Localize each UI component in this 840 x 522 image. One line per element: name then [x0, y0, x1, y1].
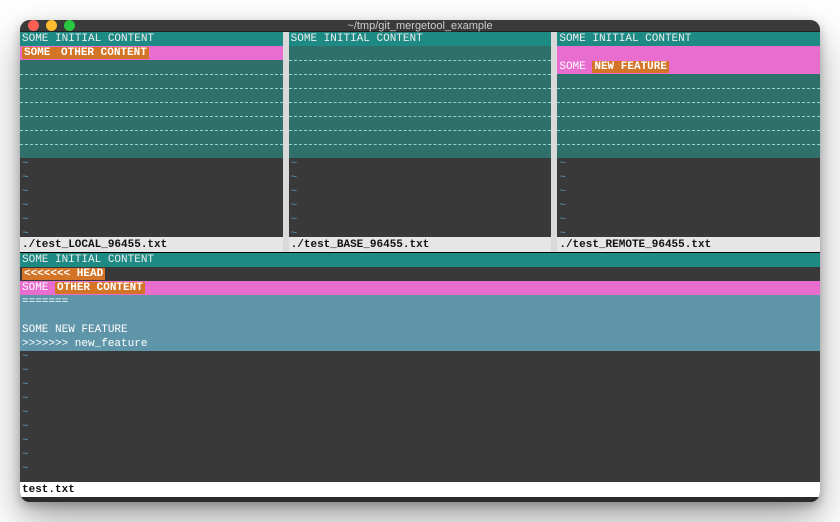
text-segment: <<<<<<< HEAD: [22, 268, 105, 280]
text-segment: SOME INITIAL CONTENT: [291, 33, 423, 45]
empty-line-tilde: ~: [20, 421, 820, 435]
buffer-line[interactable]: SOME INITIAL CONTENT: [20, 253, 820, 267]
text-segment: SOME NEW FEATURE: [22, 324, 128, 336]
buffer-line[interactable]: SOME INITIAL CONTENT: [20, 32, 283, 46]
diff-filler: [20, 116, 283, 130]
merged-buffer[interactable]: SOME INITIAL CONTENT<<<<<<< HEADSOME OTH…: [20, 253, 820, 482]
diff-filler: [20, 102, 283, 116]
window-title: ~/tmp/git_mergetool_example: [20, 20, 820, 32]
empty-line-tilde: ~: [20, 435, 820, 449]
diff-filler: [557, 102, 820, 116]
empty-line-tilde: ~: [289, 158, 552, 172]
merged-pane[interactable]: SOME INITIAL CONTENT<<<<<<< HEADSOME OTH…: [20, 253, 820, 502]
diff-filler: [289, 46, 552, 60]
statusline: ./test_LOCAL_96455.txt: [20, 237, 283, 252]
empty-line-tilde: ~: [20, 379, 820, 393]
empty-line-tilde: ~: [20, 172, 283, 186]
buffer[interactable]: SOME INITIAL CONTENT~~~~~~: [289, 32, 552, 237]
buffer-line[interactable]: SOME OTHER CONTENT: [20, 46, 283, 60]
remote-pane[interactable]: SOME INITIAL CONTENTSOME NEW FEATURE~~~~…: [557, 32, 820, 252]
diff-filler: [557, 88, 820, 102]
text-segment: NEW FEATURE: [592, 61, 669, 73]
empty-line-tilde: ~: [20, 186, 283, 200]
empty-line-tilde: ~: [557, 186, 820, 200]
buffer-line[interactable]: SOME INITIAL CONTENT: [557, 32, 820, 46]
diff-filler: [289, 102, 552, 116]
diff-filler: [289, 88, 552, 102]
buffer-line[interactable]: SOME INITIAL CONTENT: [289, 32, 552, 46]
empty-line-tilde: ~: [557, 172, 820, 186]
buffer-line[interactable]: [557, 46, 820, 60]
text-segment: SOME INITIAL CONTENT: [559, 33, 691, 45]
buffer[interactable]: SOME INITIAL CONTENTSOME NEW FEATURE~~~~…: [557, 32, 820, 237]
buffer-filename: ./test_REMOTE_96455.txt: [559, 239, 711, 251]
empty-line-tilde: ~: [557, 214, 820, 228]
text-segment: SOME INITIAL CONTENT: [22, 33, 154, 45]
empty-line-tilde: ~: [557, 200, 820, 214]
buffer-line[interactable]: <<<<<<< HEAD: [20, 267, 820, 281]
diff-filler: [557, 130, 820, 144]
base-pane[interactable]: SOME INITIAL CONTENT~~~~~~./test_BASE_96…: [289, 32, 552, 252]
text-segment: OTHER CONTENT: [59, 47, 149, 59]
empty-line-tilde: ~: [20, 407, 820, 421]
empty-line-tilde: ~: [557, 158, 820, 172]
command-line[interactable]: [20, 497, 820, 502]
merged-statusline: test.txt: [20, 482, 820, 497]
terminal-window: ~/tmp/git_mergetool_example SOME INITIAL…: [20, 20, 820, 502]
text-segment: SOME: [22, 47, 59, 59]
empty-line-tilde: ~: [20, 393, 820, 407]
top-split-row: SOME INITIAL CONTENTSOME OTHER CONTENT~~…: [20, 32, 820, 252]
vim-mergetool: SOME INITIAL CONTENTSOME OTHER CONTENT~~…: [20, 32, 820, 502]
diff-filler: [289, 130, 552, 144]
buffer-line[interactable]: [20, 309, 820, 323]
text-segment: OTHER CONTENT: [55, 282, 145, 294]
buffer-line[interactable]: SOME NEW FEATURE: [557, 60, 820, 74]
empty-line-tilde: ~: [20, 158, 283, 172]
empty-line-tilde: ~: [20, 449, 820, 463]
buffer-filename: ./test_LOCAL_96455.txt: [22, 239, 167, 251]
diff-filler: [557, 116, 820, 130]
buffer-filename: ./test_BASE_96455.txt: [291, 239, 430, 251]
diff-filler: [289, 116, 552, 130]
diff-filler: [557, 74, 820, 88]
empty-line-tilde: ~: [289, 228, 552, 237]
local-pane[interactable]: SOME INITIAL CONTENTSOME OTHER CONTENT~~…: [20, 32, 283, 252]
diff-filler: [289, 60, 552, 74]
empty-line-tilde: ~: [20, 214, 283, 228]
empty-line-tilde: ~: [20, 351, 820, 365]
buffer-line[interactable]: SOME NEW FEATURE: [20, 323, 820, 337]
diff-filler: [20, 88, 283, 102]
titlebar[interactable]: ~/tmp/git_mergetool_example: [20, 20, 820, 32]
buffer-line[interactable]: SOME OTHER CONTENT: [20, 281, 820, 295]
diff-filler: [557, 144, 820, 158]
statusline: ./test_REMOTE_96455.txt: [557, 237, 820, 252]
buffer-line[interactable]: =======: [20, 295, 820, 309]
buffer-line[interactable]: >>>>>>> new_feature: [20, 337, 820, 351]
empty-line-tilde: ~: [289, 200, 552, 214]
statusline: ./test_BASE_96455.txt: [289, 237, 552, 252]
text-segment: >>>>>>> new_feature: [22, 338, 147, 350]
diff-filler: [289, 144, 552, 158]
diff-filler: [20, 144, 283, 158]
buffer[interactable]: SOME INITIAL CONTENTSOME OTHER CONTENT~~…: [20, 32, 283, 237]
merged-filename: test.txt: [22, 484, 75, 496]
text-segment: SOME INITIAL CONTENT: [22, 254, 154, 266]
empty-line-tilde: ~: [289, 172, 552, 186]
empty-line-tilde: ~: [289, 214, 552, 228]
empty-line-tilde: ~: [557, 228, 820, 237]
empty-line-tilde: ~: [20, 365, 820, 379]
empty-line-tilde: ~: [20, 228, 283, 237]
empty-line-tilde: ~: [20, 200, 283, 214]
diff-filler: [20, 130, 283, 144]
diff-filler: [20, 74, 283, 88]
diff-filler: [20, 60, 283, 74]
text-segment: SOME: [559, 61, 592, 73]
empty-line-tilde: ~: [20, 463, 820, 477]
text-segment: SOME: [22, 282, 55, 294]
empty-line-tilde: ~: [289, 186, 552, 200]
text-segment: =======: [22, 296, 68, 308]
diff-filler: [289, 74, 552, 88]
